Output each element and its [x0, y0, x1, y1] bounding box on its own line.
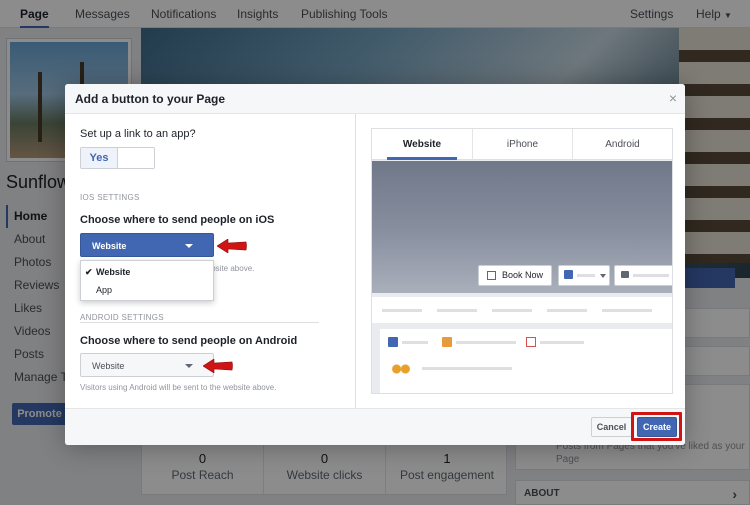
dialog-title: Add a button to your Page: [75, 92, 225, 106]
ios-question: Choose where to send people on iOS: [80, 214, 275, 226]
dialog-settings-panel: Set up a link to an app? Yes IOS SETTING…: [65, 114, 356, 408]
placeholder-bar: [633, 274, 669, 277]
android-section-label: ANDROID SETTINGS: [80, 313, 164, 322]
preview-cover: Book Now: [372, 161, 672, 293]
dialog-preview-panel: Website iPhone Android Book Now: [357, 114, 685, 408]
cancel-button[interactable]: Cancel: [591, 417, 632, 437]
caret-down-icon: [600, 274, 606, 278]
message-preview-button: [614, 265, 672, 286]
preview-tab-android[interactable]: Android: [572, 129, 672, 160]
toggle-yes[interactable]: Yes: [81, 148, 118, 168]
caret-down-icon: [185, 364, 193, 368]
photo-icon: [442, 337, 452, 347]
android-destination-dropdown[interactable]: Website: [80, 353, 214, 377]
placeholder-bar: [492, 309, 532, 312]
create-button[interactable]: Create: [637, 417, 677, 437]
placeholder-bar: [437, 309, 477, 312]
caret-down-icon: [185, 244, 193, 248]
ios-destination-dropdown[interactable]: Website: [80, 233, 214, 257]
book-now-preview-button: Book Now: [478, 265, 552, 286]
red-arrow-annotation: [203, 359, 233, 373]
add-button-dialog: Add a button to your Page × Set up a lin…: [65, 84, 685, 445]
preview-tab-iphone[interactable]: iPhone: [472, 129, 572, 160]
placeholder-bar: [382, 309, 422, 312]
placeholder-bar: [402, 341, 428, 344]
placeholder-bar: [602, 309, 652, 312]
calendar-icon: [487, 271, 496, 280]
placeholder-bar: [422, 367, 512, 370]
preview-nav-row: [372, 297, 672, 323]
placeholder-bar: [577, 274, 595, 277]
chat-icon: [621, 271, 629, 278]
app-link-toggle[interactable]: Yes: [80, 147, 155, 169]
close-icon[interactable]: ×: [669, 90, 677, 106]
app-link-question: Set up a link to an app?: [80, 128, 196, 140]
like-preview-button: [558, 265, 610, 286]
red-arrow-annotation: [217, 239, 247, 253]
checkmark-icon: ✔: [85, 267, 93, 277]
ios-section-label: IOS SETTINGS: [80, 193, 140, 202]
ios-dropdown-menu: ✔ Website App: [80, 260, 214, 301]
placeholder-bar: [540, 341, 584, 344]
button-preview: Website iPhone Android Book Now: [371, 128, 673, 394]
android-question: Choose where to send people on Android: [80, 335, 298, 347]
android-helper-text: Visitors using Android will be sent to t…: [80, 383, 277, 392]
menu-item-label: Website: [96, 267, 131, 277]
dialog-header: Add a button to your Page ×: [65, 84, 685, 114]
menu-item-website[interactable]: ✔ Website: [81, 263, 213, 281]
preview-tab-website[interactable]: Website: [387, 129, 457, 160]
section-divider: [80, 322, 319, 323]
placeholder-bar: [456, 341, 516, 344]
menu-item-app[interactable]: App: [81, 281, 213, 299]
placeholder-bar: [547, 309, 587, 312]
flower-avatar: [390, 361, 412, 377]
preview-composer: [380, 329, 672, 393]
pencil-icon: [388, 337, 398, 347]
preview-tabs: Website iPhone Android: [372, 129, 672, 160]
android-dropdown-value: Website: [92, 361, 125, 371]
calendar-icon: [526, 337, 536, 347]
menu-item-label: App: [96, 285, 113, 295]
book-now-label: Book Now: [502, 270, 544, 280]
thumbs-up-icon: [564, 270, 573, 279]
ios-dropdown-value: Website: [92, 241, 127, 251]
